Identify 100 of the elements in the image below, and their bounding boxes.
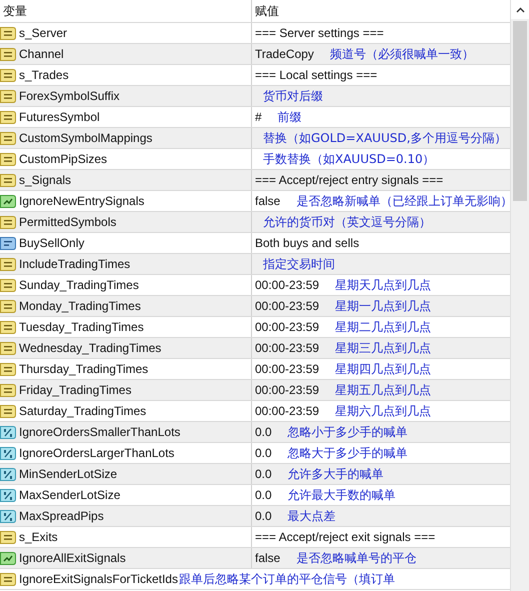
parameter-name: CustomSymbolMappings <box>19 131 152 145</box>
annotation-text: 星期一几点到几点 <box>335 298 432 314</box>
parameter-name: Thursday_TradingTimes <box>19 362 148 376</box>
tag-icon <box>0 488 16 502</box>
parameter-value: # <box>255 110 262 124</box>
annotation-text: 星期三几点到几点 <box>335 340 432 356</box>
parameter-name: IgnoreAllExitSignals <box>19 551 126 565</box>
parameter-value: 0.0 <box>255 509 272 523</box>
annotation-text: 指定交易时间 <box>263 256 335 272</box>
parameter-value: 0.0 <box>255 488 272 502</box>
parameter-name: Channel <box>19 47 64 61</box>
annotation-text: 跟单后忽略某个订单的平仓信号（填订单 <box>178 570 395 588</box>
parameter-value: === Local settings === <box>255 68 378 82</box>
parameter-name: PermittedSymbols <box>19 215 116 229</box>
parameter-value: 0.0 <box>255 425 272 439</box>
parameter-name: s_Trades <box>19 68 69 82</box>
annotation-text: 货币对后缀 <box>263 88 323 104</box>
parameter-name: s_Server <box>19 26 68 40</box>
tag-icon <box>0 46 16 62</box>
parameter-name: IgnoreOrdersSmallerThanLots <box>19 425 180 439</box>
parameter-value: 00:00-23:59 <box>255 383 320 397</box>
parameter-name: Sunday_TradingTimes <box>19 278 139 292</box>
parameter-value: 00:00-23:59 <box>255 299 320 313</box>
annotation-text: 忽略小于多少手的喊单 <box>288 424 408 440</box>
tag-icon <box>0 362 16 376</box>
parameter-name: Wednesday_TradingTimes <box>19 341 162 355</box>
tag-icon <box>0 466 16 482</box>
annotation-text: 是否忽略新喊单（已经跟上订单无影响） <box>296 192 512 210</box>
parameter-name: s_Signals <box>19 173 72 187</box>
parameter-value: 00:00-23:59 <box>255 341 320 355</box>
annotation-text: 替换（如GOLD=XAUUSD,多个用逗号分隔） <box>263 130 506 146</box>
tag-icon <box>0 424 16 440</box>
parameter-name: IncludeTradingTimes <box>19 257 130 271</box>
tag-icon <box>0 572 16 586</box>
tag-icon <box>0 530 16 544</box>
parameter-value: 00:00-23:59 <box>255 362 320 376</box>
tag-icon <box>0 214 16 230</box>
parameter-name: MaxSpreadPips <box>19 509 104 523</box>
annotation-text: 星期五几点到几点 <box>335 382 432 398</box>
parameter-value: false <box>255 551 280 565</box>
parameter-name: Monday_TradingTimes <box>19 299 141 313</box>
annotation-text: 是否忽略喊单号的平仓 <box>296 550 416 566</box>
tag-icon <box>0 508 16 524</box>
tag-icon <box>0 152 16 166</box>
parameter-value: TradeCopy <box>255 47 314 61</box>
parameter-name: CustomPipSizes <box>19 152 108 166</box>
parameter-name: BuySellOnly <box>19 236 84 250</box>
parameter-value: false <box>255 194 280 208</box>
caret-up-icon <box>516 6 524 12</box>
parameter-name: Friday_TradingTimes <box>19 383 132 397</box>
annotation-text: 允许最大手数的喊单 <box>288 486 396 504</box>
parameter-name: MaxSenderLotSize <box>19 488 120 502</box>
annotation-text: 忽略大于多少手的喊单 <box>288 444 408 462</box>
parameter-name: Tuesday_TradingTimes <box>19 320 144 334</box>
parameter-name: Saturday_TradingTimes <box>19 404 146 418</box>
parameter-value: 0.0 <box>255 467 272 481</box>
annotation-text: 频道号（必须很喊单一致） <box>330 46 474 62</box>
tag-icon <box>0 278 16 292</box>
parameter-name: ForexSymbolSuffix <box>19 89 120 103</box>
tag-icon <box>0 256 16 272</box>
tag-icon <box>0 320 16 334</box>
parameter-value: === Accept/reject exit signals === <box>255 530 436 544</box>
annotation-text: 允许多大手的喊单 <box>288 466 384 482</box>
tag-icon <box>0 446 16 460</box>
tag-icon <box>0 88 16 104</box>
parameter-value: 00:00-23:59 <box>255 278 320 292</box>
annotation-text: 最大点差 <box>288 508 336 524</box>
tag-icon <box>0 382 16 398</box>
column-header[interactable]: 赋值 <box>252 0 510 22</box>
annotation-text: 星期天几点到几点 <box>335 276 432 294</box>
annotation-text: 星期四几点到几点 <box>335 360 432 378</box>
annotation-text: 星期六几点到几点 <box>335 402 432 420</box>
parameter-name: IgnoreNewEntrySignals <box>19 194 144 208</box>
annotation-text: 允许的货币对（英文逗号分隔） <box>263 214 431 230</box>
column-header[interactable]: 变量 <box>0 0 252 22</box>
parameter-value: Both buys and sells <box>255 236 360 250</box>
parameter-value: 00:00-23:59 <box>255 320 320 334</box>
tag-icon <box>0 68 16 82</box>
parameter-value: 00:00-23:59 <box>255 404 320 418</box>
parameter-name: FuturesSymbol <box>19 110 100 124</box>
parameter-name: IgnoreExitSignalsForTicketIds <box>19 572 178 586</box>
tag-icon <box>0 110 16 124</box>
parameter-value: 0.0 <box>255 446 272 460</box>
parameter-value: === Accept/reject entry signals === <box>255 173 444 187</box>
annotation-text: 手数替换（如XAUUSD=0.10） <box>263 150 435 168</box>
tag-icon <box>0 172 16 188</box>
scroll-up-button[interactable] <box>511 0 529 19</box>
tag-icon <box>0 26 16 40</box>
parameter-name: MinSenderLotSize <box>19 467 118 481</box>
tag-icon <box>0 340 16 356</box>
tag-icon <box>0 130 16 146</box>
tag-icon <box>0 298 16 314</box>
parameter-value: === Server settings === <box>255 26 384 40</box>
annotation-text: 星期二几点到几点 <box>335 318 432 336</box>
scrollbar[interactable] <box>510 0 529 591</box>
scrollbar-thumb[interactable] <box>513 21 527 201</box>
tag-icon <box>0 236 16 250</box>
parameter-name: IgnoreOrdersLargerThanLots <box>19 446 174 460</box>
annotation-text: 前缀 <box>278 108 302 126</box>
tag-icon <box>0 404 16 418</box>
